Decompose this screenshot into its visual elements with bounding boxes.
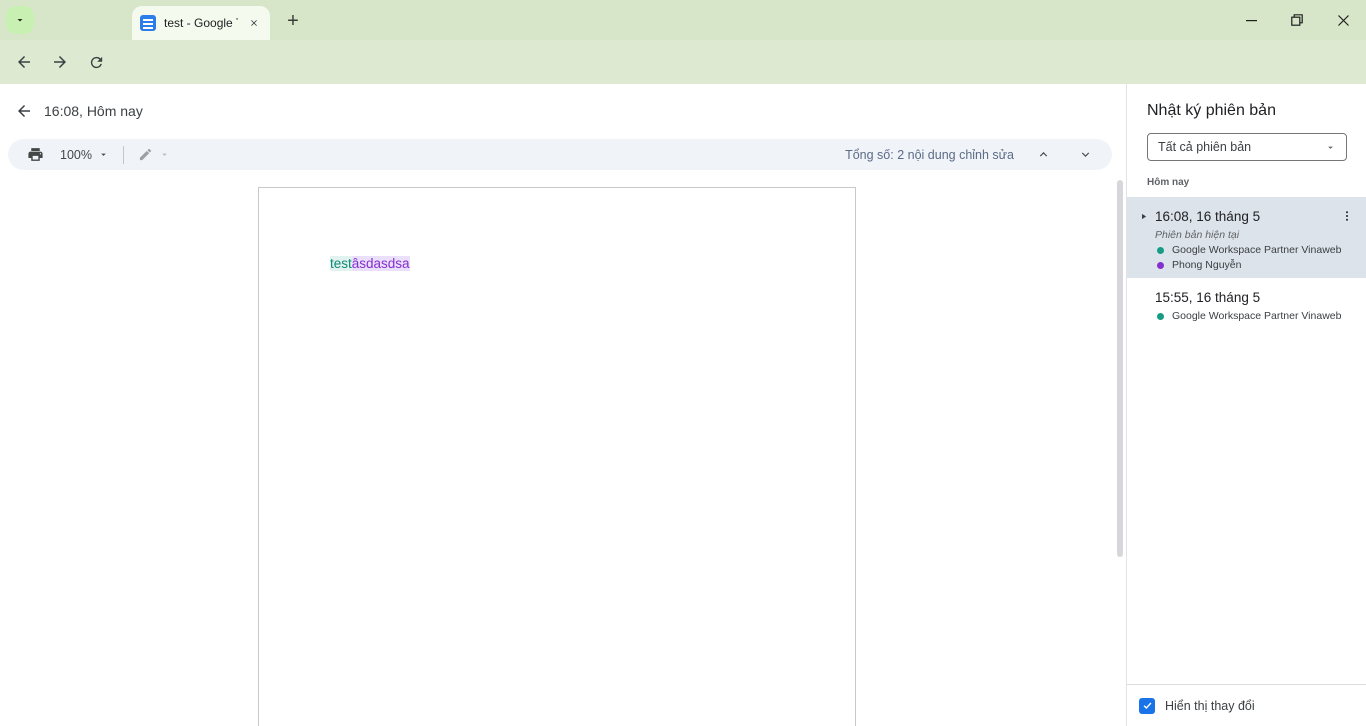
- toolbar-divider: [123, 146, 124, 164]
- version-kebab-icon[interactable]: [1337, 206, 1357, 226]
- edit-count-label: Tổng số: 2 nội dung chỉnh sửa: [845, 148, 1014, 162]
- author-row: Phong Nguyễn: [1157, 259, 1366, 271]
- author-color-dot: [1157, 262, 1164, 269]
- author-name: Phong Nguyễn: [1172, 259, 1241, 271]
- browser-window: test - Google Tài liệu +: [0, 0, 1366, 726]
- document-page[interactable]: testâsdasdsa: [258, 187, 856, 726]
- author-name: Google Workspace Partner Vinaweb: [1172, 310, 1341, 322]
- new-tab-button[interactable]: +: [280, 8, 306, 34]
- sidebar-footer: Hiển thị thay đổi: [1127, 684, 1366, 726]
- version-title: 16:08, Hôm nay: [44, 103, 143, 119]
- dropdown-caret-icon: [1325, 142, 1336, 153]
- author-name: Google Workspace Partner Vinaweb: [1172, 244, 1341, 256]
- browser-toolbar: docs.google.com/document/d/1GdgVea7jA6CC…: [0, 40, 1366, 84]
- version-filter-dropdown[interactable]: Tất cả phiên bản: [1147, 133, 1347, 161]
- close-window-button[interactable]: [1320, 0, 1366, 40]
- author-row: Google Workspace Partner Vinaweb: [1157, 244, 1366, 256]
- tab-title: test - Google Tài liệu: [164, 16, 238, 30]
- browser-tab-active[interactable]: test - Google Tài liệu: [132, 6, 270, 40]
- back-icon[interactable]: [10, 48, 38, 76]
- previous-edit-icon[interactable]: [1030, 142, 1056, 168]
- preview-toolbar: 100% Tổng số: 2 nội dung chỉnh sửa: [8, 139, 1112, 170]
- print-icon[interactable]: [22, 142, 48, 168]
- show-changes-label: Hiển thị thay đổi: [1165, 699, 1255, 713]
- version-header: 16:08, Hôm nay: [0, 84, 1126, 138]
- minimize-button[interactable]: [1228, 0, 1274, 40]
- version-time: 15:55, 16 tháng 5: [1155, 290, 1357, 305]
- restore-button[interactable]: [1274, 0, 1320, 40]
- show-changes-checkbox[interactable]: [1139, 698, 1155, 714]
- author-color-dot: [1157, 313, 1164, 320]
- document-text: testâsdasdsa: [330, 256, 410, 271]
- tab-close-icon[interactable]: [246, 15, 262, 31]
- version-time: 16:08, 16 tháng 5: [1155, 209, 1337, 224]
- vertical-scrollbar[interactable]: [1117, 180, 1123, 557]
- docs-version-history: 16:08, Hôm nay 100% Tổng số: [0, 84, 1366, 726]
- back-arrow-icon[interactable]: [6, 93, 42, 129]
- chevron-down-icon: [14, 14, 26, 26]
- editing-mode-pen-icon: [138, 147, 153, 162]
- insertion-author1: test: [330, 256, 352, 271]
- zoom-dropdown-icon[interactable]: [98, 149, 109, 160]
- version-entry[interactable]: 15:55, 16 tháng 5 Google Workspace Partn…: [1127, 281, 1366, 327]
- insertion-author2: âsdasdsa: [352, 256, 410, 271]
- author-color-dot: [1157, 247, 1164, 254]
- window-controls: [1228, 0, 1366, 40]
- version-history-sidebar: Nhật ký phiên bản Tất cả phiên bản Hôm n…: [1126, 84, 1366, 726]
- section-label-today: Hôm nay: [1147, 177, 1189, 188]
- zoom-level: 100%: [60, 148, 92, 162]
- sidebar-title: Nhật ký phiên bản: [1147, 102, 1366, 120]
- tab-search-button[interactable]: [6, 6, 34, 34]
- version-filter-value: Tất cả phiên bản: [1158, 140, 1325, 154]
- tab-strip: test - Google Tài liệu +: [0, 0, 1366, 40]
- mode-dropdown-icon: [159, 149, 170, 160]
- version-entry-current[interactable]: 16:08, 16 tháng 5 Phiên bản hiện tại Goo…: [1127, 197, 1366, 278]
- reload-icon[interactable]: [82, 48, 110, 76]
- current-version-note: Phiên bản hiện tại: [1155, 229, 1366, 241]
- next-edit-icon[interactable]: [1072, 142, 1098, 168]
- author-row: Google Workspace Partner Vinaweb: [1157, 310, 1366, 322]
- forward-icon[interactable]: [46, 48, 74, 76]
- google-docs-favicon-icon: [140, 15, 156, 31]
- expand-triangle-icon[interactable]: [1135, 208, 1151, 224]
